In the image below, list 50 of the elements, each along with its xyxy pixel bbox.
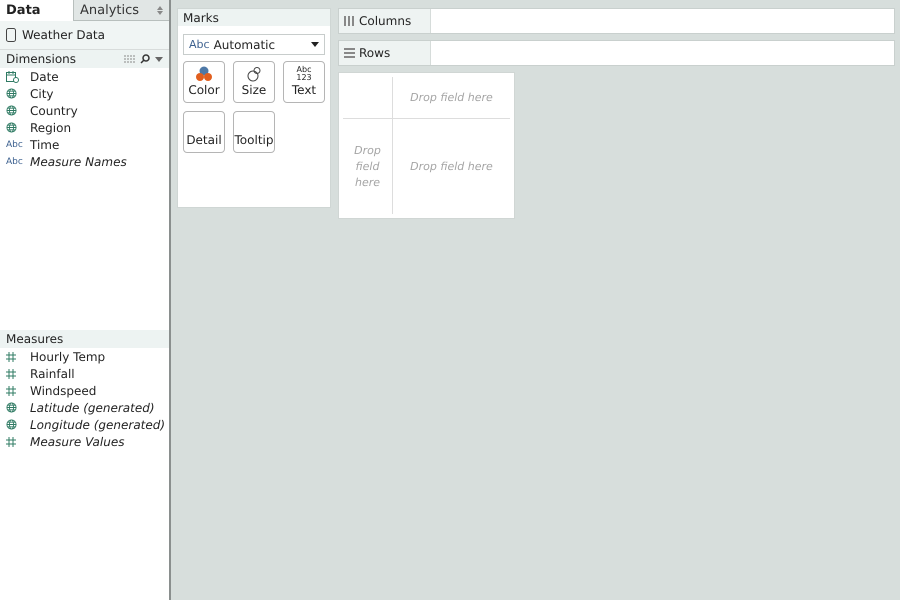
drop-zone-label: Drop field here [410,90,493,106]
text-icon: Abc 123 [296,66,312,82]
hash-icon [6,368,16,378]
field-item[interactable]: Date [0,68,169,85]
search-icon[interactable] [140,54,150,64]
drop-zone-label: Drop field here [354,142,381,190]
globe-icon [6,402,17,413]
caret-icon [311,42,319,47]
drop-zone-label: Drop field here [410,158,493,174]
mark-button[interactable]: Detail [183,111,225,153]
field-item[interactable]: Abc Time [0,136,169,153]
globe-icon [6,122,17,133]
database-icon [6,28,16,42]
section-title: Measures [6,332,64,346]
field-item[interactable]: Hourly Temp [0,348,169,365]
tab[interactable]: Analytics [73,0,169,21]
hash-icon [6,352,16,362]
sort-icon [157,6,163,14]
rows-icon [344,48,355,58]
field-item[interactable]: Latitude (generated) [0,399,169,416]
field-item[interactable]: Abc Measure Names [0,153,169,170]
hash-icon [6,386,16,396]
list-icon[interactable] [124,55,135,63]
color-icon [196,66,212,82]
field-item[interactable]: Measure Values [0,433,169,450]
mark-button[interactable]: Tooltip [233,111,275,153]
mark-button[interactable]: Color [183,61,225,103]
mark-button[interactable]: Abc 123 Text [283,61,325,103]
mark-type-dropdown[interactable]: Abc Automatic [183,34,325,55]
calendar-icon [6,70,19,82]
card-title: Marks [183,10,219,24]
type-label: Abc [6,156,23,166]
mark-button[interactable]: Size [233,61,275,103]
hash-icon [6,436,16,446]
field-item[interactable]: Region [0,119,169,136]
size-icon [246,66,262,82]
field-item[interactable]: Windspeed [0,382,169,399]
shelf[interactable]: Columns [338,8,895,34]
field-item[interactable]: City [0,85,169,102]
type-label: Abc [6,140,23,150]
caret-icon[interactable] [155,56,163,62]
globe-icon [6,88,17,99]
globe-icon [6,419,17,430]
globe-icon [6,105,17,116]
field-item[interactable]: Country [0,102,169,119]
section-title: Dimensions [6,52,76,66]
columns-icon [344,16,355,26]
field-item[interactable]: Longitude (generated) [0,416,169,433]
shelf[interactable]: Rows [338,40,895,66]
field-item[interactable]: Rainfall [0,365,169,382]
